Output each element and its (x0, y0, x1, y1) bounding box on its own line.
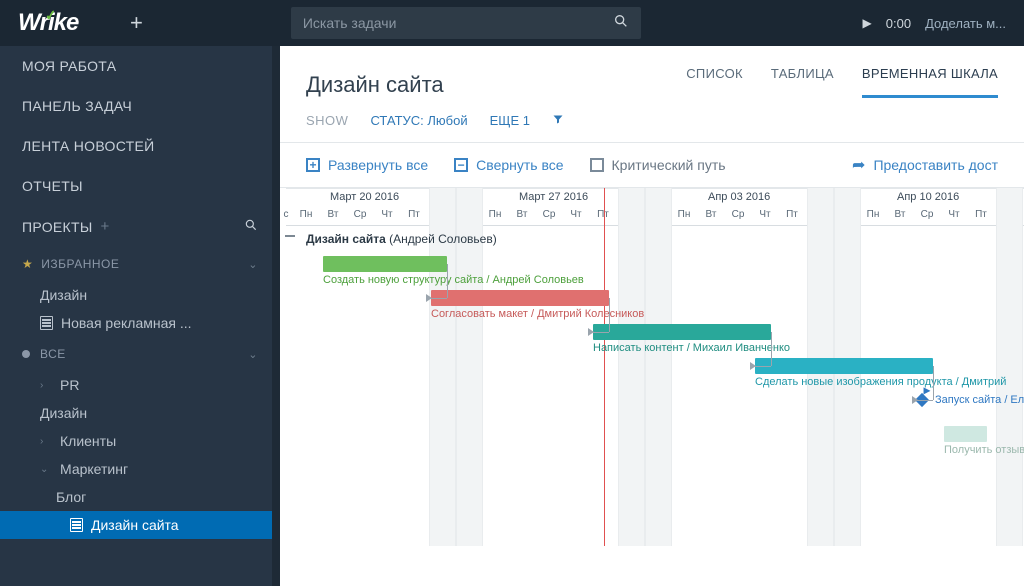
gantt-day-label: Вт (701, 209, 721, 220)
critical-path-toggle[interactable]: Критический путь (590, 157, 726, 173)
section-all[interactable]: ВСЕ ⌄ (0, 337, 280, 371)
gantt-day-label: Вт (512, 209, 532, 220)
collapse-icon (454, 158, 468, 172)
star-icon: ★ (22, 257, 33, 271)
note-icon (40, 316, 53, 330)
chevron-down-icon[interactable]: ⌄ (248, 348, 258, 361)
checkbox-icon (590, 158, 604, 172)
gantt-task-label: Сделать новые изображения продукта / Дми… (755, 376, 1006, 388)
gantt-task-label: Создать новую структуру сайта / Андрей С… (323, 274, 584, 286)
toolbar: Развернуть все Свернуть все Критический … (280, 143, 1024, 188)
gantt-project-row[interactable]: Дизайн сайта (Андрей Соловьев) (306, 232, 497, 246)
gantt-day-label: Чт (566, 209, 586, 220)
gantt-week-label: Март 20 2016 (330, 191, 399, 203)
chevron-down-icon: ⌄ (40, 464, 54, 475)
tab-table[interactable]: ТАБЛИЦА (771, 66, 834, 98)
topbar: Wr✓ike + ▶ 0:00 Доделать м... (0, 0, 1024, 46)
nav-stream[interactable]: ЛЕНТА НОВОСТЕЙ (0, 126, 280, 166)
tab-list[interactable]: СПИСОК (686, 66, 743, 98)
timer-value: 0:00 (886, 16, 911, 31)
gantt-day-label: Чт (944, 209, 964, 220)
gantt-day-label: Пн (674, 209, 694, 220)
add-button-top[interactable]: + (130, 10, 143, 36)
tree-marketing[interactable]: ⌄Маркетинг (0, 455, 280, 483)
gantt-task-label: Написать контент / Михаил Иванченко (593, 342, 790, 354)
collapse-all-button[interactable]: Свернуть все (454, 157, 563, 173)
gantt-day-label: Пн (296, 209, 316, 220)
section-favorites[interactable]: ★ ИЗБРАННОЕ ⌄ (0, 247, 280, 281)
gantt-task-bar[interactable] (755, 358, 933, 374)
gantt-day-label: Ср (917, 209, 937, 220)
chevron-down-icon[interactable]: ⌄ (248, 258, 258, 271)
sidebar: МОЯ РАБОТА ПАНЕЛЬ ЗАДАЧ ЛЕНТА НОВОСТЕЙ О… (0, 0, 280, 586)
gantt-task-bar[interactable] (593, 324, 771, 340)
note-icon (70, 518, 83, 532)
add-project-icon[interactable]: + (101, 218, 110, 235)
nav-projects-label: ПРОЕКТЫ (22, 219, 93, 235)
view-tabs: СПИСОК ТАБЛИЦА ВРЕМЕННАЯ ШКАЛА (686, 66, 998, 98)
gantt-day-label: Пн (485, 209, 505, 220)
expand-all-button[interactable]: Развернуть все (306, 157, 428, 173)
play-icon[interactable]: ▶ (863, 16, 872, 30)
gantt-day-label: Ср (539, 209, 559, 220)
gantt-week-label: Апр 10 2016 (897, 191, 959, 203)
filter-more[interactable]: ЕЩЕ 1 (490, 113, 530, 128)
project-search-icon[interactable] (244, 218, 258, 235)
search-icon[interactable] (613, 13, 629, 34)
filter-status[interactable]: СТАТУС: Любой (370, 113, 467, 128)
main-panel: Дизайн сайта СПИСОК ТАБЛИЦА ВРЕМЕННАЯ ШК… (280, 0, 1024, 586)
gantt-chart[interactable]: Март 20 2016 Март 27 2016 Апр 03 2016 Апр 1… (280, 188, 1024, 586)
timer-task[interactable]: Доделать м... (925, 16, 1006, 31)
gantt-day-label: Пн (863, 209, 883, 220)
search-input[interactable] (303, 15, 613, 31)
logo[interactable]: Wr✓ike (0, 9, 120, 37)
chevron-right-icon: › (40, 436, 54, 447)
filter-show-label: SHOW (306, 113, 348, 128)
gantt-task-label: Согласовать макет / Дмитрий Колесников (431, 308, 644, 320)
expand-icon (306, 158, 320, 172)
tree-design[interactable]: Дизайн (0, 399, 280, 427)
share-button[interactable]: ➦Предоставить дост (852, 155, 998, 175)
gantt-body[interactable]: Дизайн сайта (Андрей Соловьев) Создать но… (286, 226, 1024, 546)
timer-widget: ▶ 0:00 Доделать м... (863, 16, 1024, 31)
gantt-task-label: Получить отзывы от клиентов / Елена Васи… (944, 444, 1024, 456)
collapse-handle-icon[interactable] (285, 235, 295, 237)
tree-pr[interactable]: ›PR (0, 371, 280, 399)
tree-blog[interactable]: Блог (0, 483, 280, 511)
gantt-day-label: Вт (890, 209, 910, 220)
chevron-right-icon: › (40, 380, 54, 391)
gantt-task-label: Запуск сайта / Елена Васильева (935, 394, 1024, 406)
gantt-task-bar[interactable] (323, 256, 447, 272)
tree-site-design[interactable]: Дизайн сайта (0, 511, 280, 539)
gantt-day-label: Вт (323, 209, 343, 220)
gantt-task-bar[interactable] (944, 426, 987, 442)
filter-icon[interactable] (552, 113, 564, 128)
gantt-week-label: Март 27 2016 (519, 191, 588, 203)
nav-reports[interactable]: ОТЧЕТЫ (0, 166, 280, 206)
gantt-day-label: Чт (377, 209, 397, 220)
filter-bar: SHOW СТАТУС: Любой ЕЩЕ 1 (280, 99, 1024, 143)
nav-my-work[interactable]: МОЯ РАБОТА (0, 46, 280, 86)
sidebar-fav-design[interactable]: Дизайн (0, 281, 280, 309)
section-favorites-label: ИЗБРАННОЕ (41, 257, 119, 271)
nav-projects[interactable]: ПРОЕКТЫ + (0, 206, 280, 247)
gantt-day-label: Пт (782, 209, 802, 220)
share-icon: ➦ (852, 155, 865, 175)
section-all-label: ВСЕ (40, 347, 66, 361)
sidebar-fav-campaign[interactable]: Новая рекламная ... (0, 309, 280, 337)
titlebar: Дизайн сайта СПИСОК ТАБЛИЦА ВРЕМЕННАЯ ШК… (280, 46, 1024, 99)
gantt-task-bar[interactable] (431, 290, 609, 306)
dot-icon (22, 350, 30, 358)
nav-dashboard[interactable]: ПАНЕЛЬ ЗАДАЧ (0, 86, 280, 126)
global-search[interactable] (291, 7, 641, 39)
gantt-day-label: Ср (350, 209, 370, 220)
gantt-week-label: Апр 03 2016 (708, 191, 770, 203)
tree-clients[interactable]: ›Клиенты (0, 427, 280, 455)
gantt-day-label: Пт (971, 209, 991, 220)
tab-timeline[interactable]: ВРЕМЕННАЯ ШКАЛА (862, 66, 998, 98)
gantt-day-label: Ср (728, 209, 748, 220)
gantt-day-label: Чт (755, 209, 775, 220)
gantt-day-label: Пт (404, 209, 424, 220)
page-title: Дизайн сайта (306, 72, 444, 98)
